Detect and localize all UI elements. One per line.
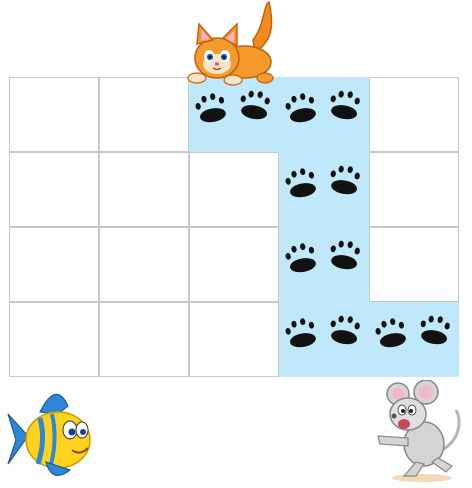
- paw-print-icon: [240, 90, 270, 120]
- paw-print-icon: [330, 315, 360, 345]
- paw-print-icon: [195, 93, 226, 123]
- paw-print-icon: [285, 243, 316, 273]
- paw-print-icon: [375, 318, 406, 348]
- puzzle-scene: [0, 0, 472, 488]
- mouse-icon[interactable]: [364, 380, 464, 484]
- paw-print-icon: [330, 90, 360, 120]
- paw-print-icon: [330, 165, 360, 195]
- fish-icon[interactable]: [6, 384, 98, 484]
- paw-print-icon: [285, 93, 316, 123]
- paw-print-icon: [285, 318, 316, 348]
- paw-print-icon: [420, 315, 450, 345]
- paw-print-icon: [330, 240, 360, 270]
- cat-icon[interactable]: [183, 0, 283, 88]
- paw-print-icon: [285, 168, 316, 198]
